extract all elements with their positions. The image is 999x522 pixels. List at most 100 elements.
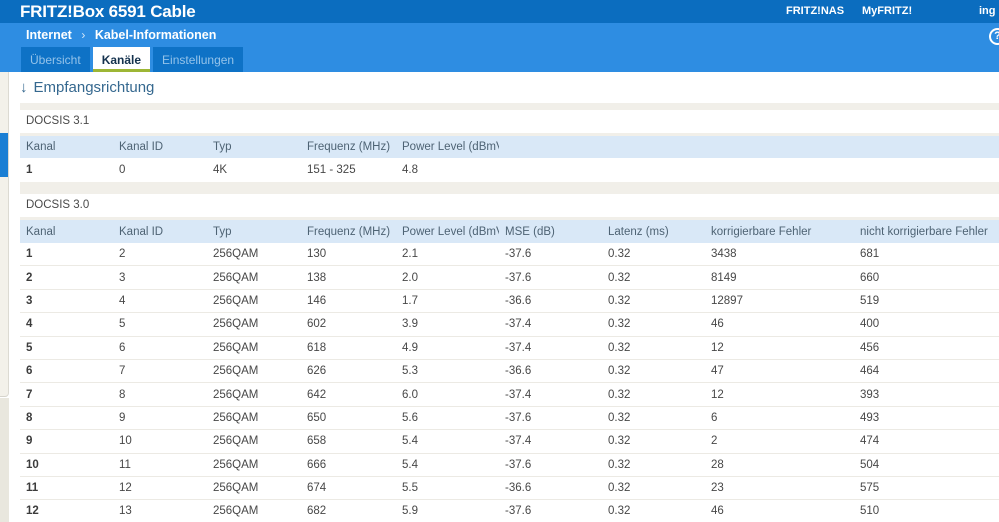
sidebar-edge-lower <box>0 398 9 522</box>
top-bar: FRITZ!Box 6591 Cable FRITZ!NAS MyFRITZ! … <box>0 0 999 23</box>
breadcrumb-page-title: Kabel-Informationen <box>94 28 217 42</box>
table-cell: 0.32 <box>608 341 631 354</box>
table-cell: 0.32 <box>608 318 631 331</box>
column-header: Latenz (ms) <box>608 225 669 238</box>
table-cell: 8149 <box>711 271 737 284</box>
column-header: Power Level (dBmV) <box>402 141 499 153</box>
table-cell: 0.32 <box>608 294 631 307</box>
arrow-down-icon: ↓ <box>20 79 28 96</box>
table-cell: -37.6 <box>505 411 532 424</box>
docsis30-section: DOCSIS 3.0 Kanal Kanal ID Typ Frequenz (MHz… <box>20 194 999 522</box>
table-cell: 493 <box>860 411 880 424</box>
table-cell: 0.32 <box>608 365 631 378</box>
fritzbox-cable-info-page: { "header": { "title": "FRITZ!Box 6591 C… <box>0 0 999 522</box>
table-cell: 4.9 <box>402 341 418 354</box>
empfangsrichtung-heading[interactable]: ↓ Empfangsrichtung <box>20 79 154 96</box>
table-cell: 2 <box>119 248 126 261</box>
docsis30-title: DOCSIS 3.0 <box>20 194 999 217</box>
table-cell: 642 <box>307 388 327 401</box>
table-cell: 256QAM <box>213 505 259 518</box>
docsis31-title: DOCSIS 3.1 <box>20 110 999 133</box>
table-cell: 256QAM <box>213 411 259 424</box>
table-cell: 138 <box>307 271 327 284</box>
breadcrumb: Internet › Kabel-Informationen <box>26 23 216 47</box>
table-cell: 6.0 <box>402 388 418 401</box>
table-cell: 256QAM <box>213 482 259 495</box>
table-cell: 12897 <box>711 294 743 307</box>
tab-kanaele[interactable]: Kanäle <box>92 47 151 72</box>
fritznas-link[interactable]: FRITZ!NAS <box>786 0 844 23</box>
table-cell: 256QAM <box>213 458 259 471</box>
column-header: Frequenz (MHz) <box>307 225 391 238</box>
table-cell: 618 <box>307 341 327 354</box>
table-row: 6 7 256QAM 626 5.3 -36.6 0.32 47 464 <box>20 359 999 384</box>
column-header: Typ <box>213 225 232 238</box>
column-header: korrigierbare Fehler <box>711 225 812 238</box>
table-cell: 4 <box>119 294 126 307</box>
table-cell: 256QAM <box>213 294 259 307</box>
column-header: Kanal <box>26 225 56 238</box>
table-row: 9 10 256QAM 658 5.4 -37.4 0.32 2 474 <box>20 430 999 454</box>
table-cell: -36.6 <box>505 365 532 378</box>
table-cell: 0.32 <box>608 248 631 261</box>
table-row: 2 3 256QAM 138 2.0 -37.6 0.32 8149 660 <box>20 266 999 290</box>
table-cell: 1.7 <box>402 294 418 307</box>
table-cell: 1 <box>26 248 33 261</box>
myfritz-link[interactable]: MyFRITZ! <box>862 0 912 23</box>
chevron-right-icon: › <box>81 28 86 42</box>
table-cell: 519 <box>860 294 880 307</box>
table-cell: 674 <box>307 482 327 495</box>
app-title: FRITZ!Box 6591 Cable <box>20 2 196 21</box>
table-cell: 666 <box>307 458 327 471</box>
tab-einstellungen[interactable]: Einstellungen <box>153 47 244 72</box>
scrollbar-thumb[interactable] <box>0 133 8 177</box>
column-header: Kanal ID <box>119 141 164 153</box>
table-cell: 0.32 <box>608 482 631 495</box>
table-cell: -37.6 <box>505 458 532 471</box>
table-cell: 3 <box>26 294 33 307</box>
table-cell: 660 <box>860 271 880 284</box>
table-cell: 4K <box>213 164 228 176</box>
table-cell: 130 <box>307 248 327 261</box>
table-cell: 0.32 <box>608 458 631 471</box>
table-cell: 2.1 <box>402 248 418 261</box>
table-cell: 5 <box>26 341 33 354</box>
table-cell: 8 <box>119 388 126 401</box>
table-header-row: Kanal Kanal ID Typ Frequenz (MHz) Power Leve… <box>20 136 999 158</box>
breadcrumb-internet[interactable]: Internet <box>26 28 72 42</box>
table-cell: 1 <box>26 164 33 176</box>
breadcrumb-bar: Internet › Kabel-Informationen <box>0 23 999 47</box>
table-cell: 12 <box>711 388 724 401</box>
heading-label: Empfangsrichtung <box>33 79 155 96</box>
user-text-truncated: ing <box>979 5 996 17</box>
table-cell: 4 <box>26 318 33 331</box>
table-cell: 7 <box>26 388 33 401</box>
table-row: 7 8 256QAM 642 6.0 -37.4 0.32 12 393 <box>20 383 999 407</box>
table-cell: 602 <box>307 318 327 331</box>
column-header: MSE (dB) <box>505 225 555 238</box>
table-cell: 10 <box>119 435 132 448</box>
table-cell: -36.6 <box>505 482 532 495</box>
tab-uebersicht[interactable]: Übersicht <box>21 47 90 72</box>
table-cell: -37.4 <box>505 435 532 448</box>
table-cell: 46 <box>711 318 724 331</box>
table-cell: 4.8 <box>402 164 418 176</box>
table-cell: 10 <box>26 458 39 471</box>
table-cell: 47 <box>711 365 724 378</box>
table-cell: -36.6 <box>505 294 532 307</box>
table-cell: 2 <box>26 271 33 284</box>
table-cell: 9 <box>26 435 33 448</box>
table-cell: 650 <box>307 411 327 424</box>
table-row: 8 9 256QAM 650 5.6 -37.6 0.32 6 493 <box>20 406 999 431</box>
table-row: 3 4 256QAM 146 1.7 -36.6 0.32 12897 519 <box>20 289 999 314</box>
table-header-row: Kanal Kanal ID Typ Frequenz (MHz) Power Leve… <box>20 220 999 243</box>
table-cell: 0 <box>119 164 126 176</box>
table-cell: 5 <box>119 318 126 331</box>
table-cell: 256QAM <box>213 388 259 401</box>
help-icon[interactable]: ? <box>989 28 999 45</box>
docsis31-table: Kanal Kanal ID Typ Frequenz (MHz) Power Leve… <box>20 136 999 182</box>
table-cell: 146 <box>307 294 327 307</box>
table-cell: 682 <box>307 505 327 518</box>
table-cell: 474 <box>860 435 880 448</box>
